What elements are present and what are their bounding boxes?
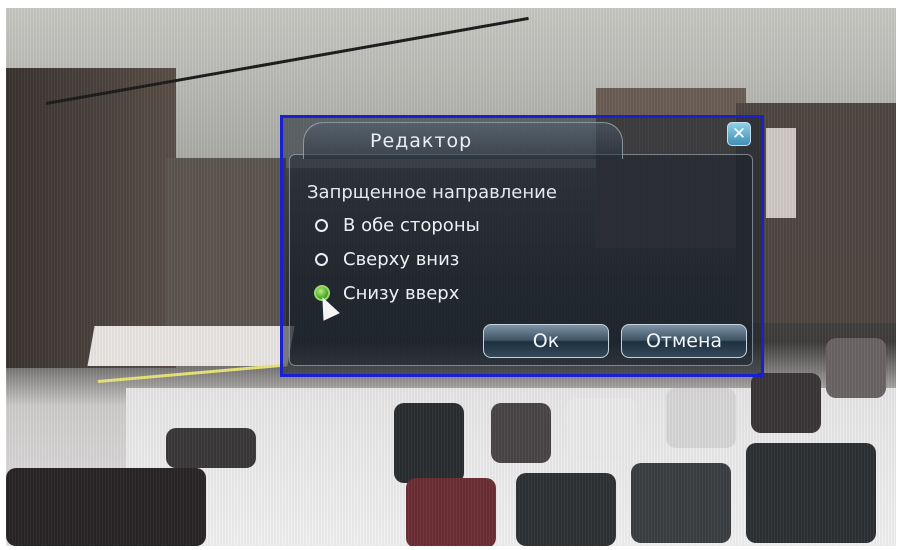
radio-option-label: Снизу вверх bbox=[343, 282, 460, 304]
radio-option-top-to-bottom[interactable]: Сверху вниз bbox=[315, 247, 459, 271]
ok-button[interactable]: Ок bbox=[483, 324, 609, 358]
radio-button-icon[interactable] bbox=[315, 252, 328, 266]
forbidden-direction-label: Запрщенное направление bbox=[307, 182, 557, 203]
radio-option-bottom-to-top[interactable]: Снизу вверх bbox=[314, 281, 460, 305]
dialog-title: Редактор bbox=[370, 130, 473, 152]
cancel-button[interactable]: Отмена bbox=[621, 324, 747, 358]
dialog-title-tab: Редактор bbox=[303, 122, 623, 159]
radio-option-both-directions[interactable]: В обе стороны bbox=[315, 213, 480, 237]
radio-button-icon[interactable] bbox=[315, 218, 328, 232]
close-icon[interactable]: ✕ bbox=[727, 122, 751, 146]
radio-option-label: Сверху вниз bbox=[343, 248, 460, 270]
radio-option-label: В обе стороны bbox=[343, 214, 480, 236]
editor-dialog: Редактор ✕ Запрщенное направление В обе … bbox=[280, 115, 764, 377]
